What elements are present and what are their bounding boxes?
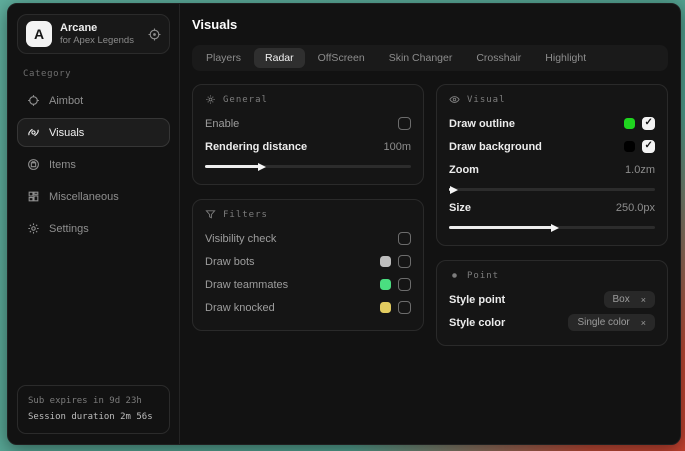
app-window: A Arcane for Apex Legends Category <box>7 3 681 445</box>
style-point-value: Box <box>613 294 630 305</box>
package-icon <box>27 158 40 171</box>
rendering-distance-row: Rendering distance 100m <box>205 135 411 158</box>
panel-visual: Visual Draw outline Draw background <box>436 84 668 246</box>
category-label: Category <box>23 69 164 79</box>
sidebar-item-settings[interactable]: Settings <box>17 214 170 243</box>
draw-outline-color-swatch[interactable] <box>624 118 635 129</box>
visibility-check-row: Visibility check <box>205 227 411 250</box>
sidebar-item-label: Items <box>49 159 76 171</box>
panel-point: Point Style point Box × Style color Sing… <box>436 260 668 346</box>
sidebar-item-items[interactable]: Items <box>17 150 170 179</box>
orbit-icon <box>27 126 40 139</box>
tab-bar: Players Radar OffScreen Skin Changer Cro… <box>192 45 668 71</box>
draw-teammates-color-swatch[interactable] <box>380 279 391 290</box>
style-color-value: Single color <box>577 317 629 328</box>
style-point-label: Style point <box>449 294 505 306</box>
panel-filters: Filters Visibility check Draw bots <box>192 199 424 331</box>
draw-bots-label: Draw bots <box>205 256 255 268</box>
zoom-label: Zoom <box>449 164 479 176</box>
sidebar-item-aimbot[interactable]: Aimbot <box>17 86 170 115</box>
size-row: Size 250.0px <box>449 196 655 219</box>
panel-title: Filters <box>223 210 268 220</box>
draw-teammates-label: Draw teammates <box>205 279 288 291</box>
style-color-row: Style color Single color × <box>449 311 655 334</box>
draw-knocked-color-swatch[interactable] <box>380 302 391 313</box>
draw-outline-checkbox[interactable] <box>642 117 655 130</box>
gear-icon <box>27 222 40 235</box>
size-label: Size <box>449 202 471 214</box>
app-title: Arcane <box>60 22 134 34</box>
page-title: Visuals <box>192 17 668 32</box>
target-icon[interactable] <box>148 28 161 41</box>
style-color-label: Style color <box>449 317 505 329</box>
tab-skin-changer[interactable]: Skin Changer <box>378 48 464 68</box>
draw-teammates-checkbox[interactable] <box>398 278 411 291</box>
draw-outline-row: Draw outline <box>449 112 655 135</box>
tab-offscreen[interactable]: OffScreen <box>307 48 376 68</box>
tab-players[interactable]: Players <box>195 48 252 68</box>
size-value: 250.0px <box>616 202 655 214</box>
draw-knocked-checkbox[interactable] <box>398 301 411 314</box>
draw-outline-label: Draw outline <box>449 118 515 130</box>
sidebar-item-label: Visuals <box>49 127 84 139</box>
draw-bots-color-swatch[interactable] <box>380 256 391 267</box>
app-subtitle: for Apex Legends <box>60 35 134 46</box>
sidebar: A Arcane for Apex Legends Category <box>8 4 180 444</box>
tab-radar[interactable]: Radar <box>254 48 305 68</box>
zoom-slider[interactable] <box>449 188 655 191</box>
rendering-distance-value: 100m <box>383 141 411 153</box>
sidebar-item-label: Aimbot <box>49 95 83 107</box>
enable-row: Enable <box>205 112 411 135</box>
funnel-icon <box>205 209 216 220</box>
sidebar-nav: Aimbot Visuals Items <box>17 86 170 243</box>
clear-icon[interactable]: × <box>641 318 646 328</box>
clear-icon[interactable]: × <box>641 295 646 305</box>
panel-title: Point <box>467 271 499 281</box>
eye-icon <box>449 94 460 105</box>
draw-background-label: Draw background <box>449 141 542 153</box>
rendering-distance-label: Rendering distance <box>205 141 307 153</box>
draw-knocked-row: Draw knocked <box>205 296 411 319</box>
panel-title: General <box>223 95 268 105</box>
crosshair-icon <box>27 94 40 107</box>
zoom-value: 1.0zm <box>625 164 655 176</box>
sidebar-item-visuals[interactable]: Visuals <box>17 118 170 147</box>
sidebar-item-label: Settings <box>49 223 89 235</box>
draw-background-checkbox[interactable] <box>642 140 655 153</box>
draw-knocked-label: Draw knocked <box>205 302 275 314</box>
sliders-icon <box>205 94 216 105</box>
main-area: Visuals Players Radar OffScreen Skin Cha… <box>180 4 680 444</box>
dot-icon <box>449 270 460 281</box>
style-color-select[interactable]: Single color × <box>568 314 655 331</box>
draw-background-color-swatch[interactable] <box>624 141 635 152</box>
session-duration-text: Session duration 2m 56s <box>28 410 159 425</box>
style-point-select[interactable]: Box × <box>604 291 656 308</box>
tab-highlight[interactable]: Highlight <box>534 48 597 68</box>
visibility-check-checkbox[interactable] <box>398 232 411 245</box>
tab-crosshair[interactable]: Crosshair <box>465 48 532 68</box>
sidebar-item-miscellaneous[interactable]: Miscellaneous <box>17 182 170 211</box>
draw-bots-row: Draw bots <box>205 250 411 273</box>
sidebar-item-label: Miscellaneous <box>49 191 119 203</box>
draw-teammates-row: Draw teammates <box>205 273 411 296</box>
subscription-card: Sub expires in 9d 23h Session duration 2… <box>17 385 170 434</box>
enable-label: Enable <box>205 118 239 130</box>
panel-general: General Enable Rendering distance 100m <box>192 84 424 185</box>
zoom-row: Zoom 1.0zm <box>449 158 655 181</box>
draw-bots-checkbox[interactable] <box>398 255 411 268</box>
content: General Enable Rendering distance 100m <box>180 81 680 358</box>
main-header: Visuals Players Radar OffScreen Skin Cha… <box>180 4 680 81</box>
app-logo: A <box>26 21 52 47</box>
visibility-check-label: Visibility check <box>205 233 276 245</box>
panel-title: Visual <box>467 95 506 105</box>
style-point-row: Style point Box × <box>449 288 655 311</box>
draw-background-row: Draw background <box>449 135 655 158</box>
enable-checkbox[interactable] <box>398 117 411 130</box>
brand-card: A Arcane for Apex Legends <box>17 14 170 54</box>
size-slider[interactable] <box>449 226 655 229</box>
rendering-distance-slider[interactable] <box>205 165 411 168</box>
grid-icon <box>27 190 40 203</box>
sub-expires-text: Sub expires in 9d 23h <box>28 394 159 409</box>
